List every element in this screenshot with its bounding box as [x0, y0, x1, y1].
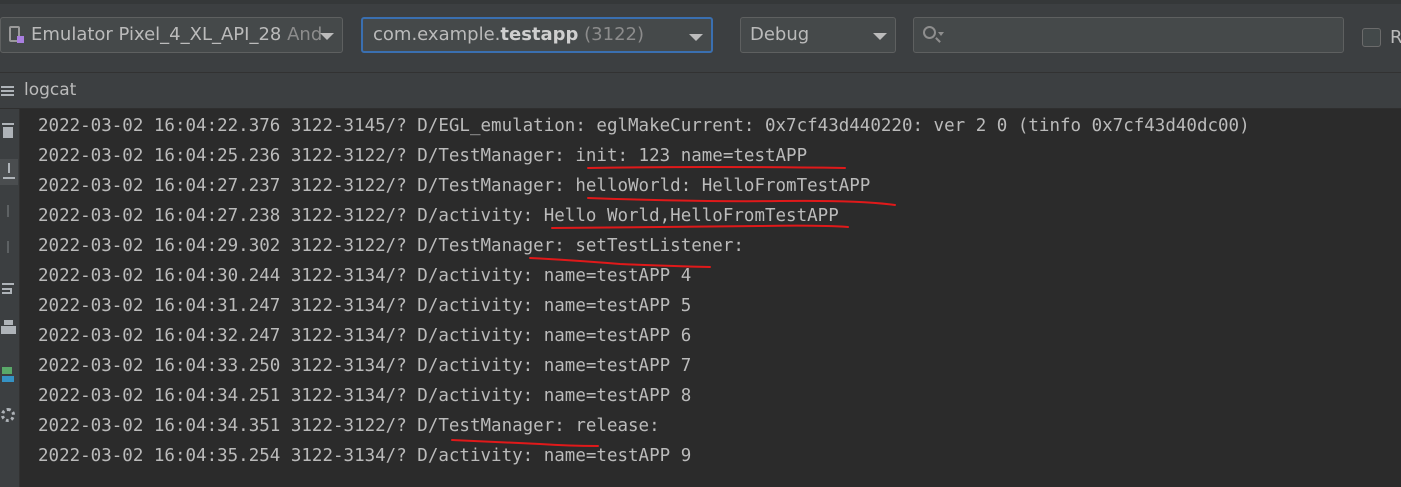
process-package-prefix: com.example.	[373, 24, 501, 45]
log-level-selector[interactable]: Debug	[740, 17, 896, 53]
log-line[interactable]: 2022-03-02 16:04:35.254 3122-3134/? D/ac…	[38, 441, 691, 471]
log-line[interactable]: 2022-03-02 16:04:27.238 3122-3122/? D/ac…	[38, 201, 839, 231]
search-icon[interactable]	[923, 26, 936, 39]
chevron-down-icon	[320, 33, 334, 40]
log-level-value: Debug	[750, 24, 810, 45]
device-name: Emulator Pixel_4_XL_API_28	[31, 24, 282, 45]
restart-icon[interactable]	[1, 367, 16, 382]
chevron-down-icon	[873, 33, 887, 40]
chevron-down-icon	[689, 34, 703, 41]
log-line[interactable]: 2022-03-02 16:04:31.247 3122-3134/? D/ac…	[38, 291, 691, 321]
down-arrow-icon[interactable]	[1, 241, 16, 256]
regex-checkbox-label: R	[1390, 27, 1401, 48]
emulator-phone-icon	[9, 26, 24, 43]
process-app-name: testapp	[500, 24, 579, 45]
soft-wrap-icon[interactable]	[1, 281, 16, 296]
logcat-output[interactable]: 2022-03-02 16:04:22.376 3122-3145/? D/EG…	[21, 109, 1401, 487]
log-line[interactable]: 2022-03-02 16:04:34.351 3122-3122/? D/Te…	[38, 411, 660, 441]
regex-checkbox[interactable]	[1362, 28, 1381, 47]
log-line[interactable]: 2022-03-02 16:04:32.247 3122-3134/? D/ac…	[38, 321, 691, 351]
scroll-to-end-icon[interactable]	[0, 159, 18, 185]
clear-logcat-trash-icon[interactable]	[1, 123, 16, 138]
search-input[interactable]	[913, 17, 1344, 53]
device-suffix: And	[281, 24, 323, 45]
log-line[interactable]: 2022-03-02 16:04:29.302 3122-3122/? D/Te…	[38, 231, 744, 261]
log-line[interactable]: 2022-03-02 16:04:33.250 3122-3134/? D/ac…	[38, 351, 691, 381]
log-line[interactable]: 2022-03-02 16:04:25.236 3122-3122/? D/Te…	[38, 141, 807, 171]
log-line[interactable]: 2022-03-02 16:04:34.251 3122-3134/? D/ac…	[38, 381, 691, 411]
logcat-toolbar: Emulator Pixel_4_XL_API_28 And com.examp…	[0, 4, 1401, 72]
gear-icon[interactable]	[1, 408, 15, 422]
up-arrow-icon[interactable]	[1, 203, 16, 218]
process-selector[interactable]: com.example.testapp (3122)	[361, 17, 713, 53]
panel-menu-icon[interactable]	[1, 86, 14, 96]
search-history-caret-icon[interactable]	[938, 32, 944, 36]
logcat-panel-header: logcat	[0, 72, 1401, 109]
log-line[interactable]: 2022-03-02 16:04:27.237 3122-3122/? D/Te…	[38, 171, 870, 201]
logcat-side-toolbar	[0, 109, 20, 487]
print-icon[interactable]	[1, 320, 16, 335]
process-pid: (3122)	[578, 24, 644, 45]
log-line[interactable]: 2022-03-02 16:04:30.244 3122-3134/? D/ac…	[38, 261, 691, 291]
device-selector[interactable]: Emulator Pixel_4_XL_API_28 And	[0, 17, 343, 53]
panel-title: logcat	[24, 80, 77, 100]
log-line[interactable]: 2022-03-02 16:04:22.376 3122-3145/? D/EG…	[38, 111, 1250, 141]
